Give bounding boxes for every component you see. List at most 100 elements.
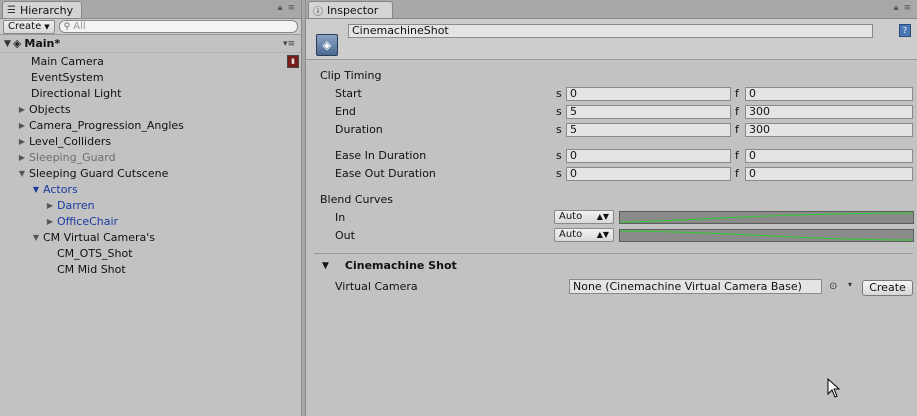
expand-arrow-icon[interactable]: ▶ bbox=[45, 201, 55, 210]
blend-in-label: In bbox=[335, 211, 346, 224]
hierarchy-tab[interactable]: ☰ Hierarchy bbox=[2, 1, 83, 18]
clip-timing-title: Clip Timing bbox=[320, 69, 382, 82]
blend-out-curve-field[interactable] bbox=[619, 229, 914, 242]
tree-item-main-camera[interactable]: Main Camera ▮ bbox=[0, 53, 301, 69]
scene-row[interactable]: ▼ ◈ Main* ▾≡ bbox=[0, 35, 301, 53]
lock-icon[interactable]: 🔒︎ bbox=[894, 3, 899, 13]
blend-in-mode-dropdown[interactable]: Auto ▲▼ bbox=[554, 210, 614, 224]
duration-label: Duration bbox=[335, 123, 383, 136]
tree-item-label: Actors bbox=[43, 182, 78, 196]
end-seconds-field[interactable]: 5 bbox=[566, 105, 731, 119]
expand-arrow-icon[interactable]: ▶ bbox=[17, 121, 27, 130]
tree-item-level-colliders[interactable]: ▶ Level_Colliders bbox=[0, 133, 301, 149]
tree-item-label: CM_OTS_Shot bbox=[57, 246, 133, 260]
tree-item-cm-mid-shot[interactable]: CM Mid Shot bbox=[0, 261, 301, 277]
expand-arrow-icon[interactable]: ▶ bbox=[17, 153, 27, 162]
start-frames-field[interactable]: 0 bbox=[745, 87, 913, 101]
ease-in-frames-field[interactable]: 0 bbox=[745, 149, 913, 163]
hierarchy-tab-bar: ☰ Hierarchy 🔒︎ ≡ bbox=[0, 0, 301, 19]
tree-item-cm-virtual-cameras[interactable]: ▼ CM Virtual Camera's bbox=[0, 229, 301, 245]
frames-unit: f bbox=[735, 167, 739, 180]
virtual-camera-field[interactable]: None (Cinemachine Virtual Camera Base) bbox=[569, 279, 822, 294]
chevron-down-icon[interactable]: ▾ bbox=[848, 280, 852, 289]
object-picker-icon[interactable]: ⊙ bbox=[829, 281, 837, 292]
panel-menu-icon[interactable]: ≡ bbox=[903, 3, 911, 13]
frames-unit: f bbox=[735, 123, 739, 136]
tree-item-officechair[interactable]: ▶ OfficeChair bbox=[0, 213, 301, 229]
chevron-down-icon: ▼ bbox=[44, 22, 50, 31]
tree-item-directional-light[interactable]: Directional Light bbox=[0, 85, 301, 101]
seconds-unit: s bbox=[556, 167, 562, 180]
panel-menu-icon[interactable]: ≡ bbox=[287, 3, 295, 13]
tree-item-sleeping-guard-cutscene[interactable]: ▼ Sleeping Guard Cutscene bbox=[0, 165, 301, 181]
inspector-tab-bar: ⓘ Inspector 🔒︎ ≡ bbox=[306, 0, 917, 19]
tree-item-label: OfficeChair bbox=[57, 214, 119, 228]
frames-unit: f bbox=[735, 149, 739, 162]
start-label: Start bbox=[335, 87, 362, 100]
blend-curves-title: Blend Curves bbox=[320, 193, 394, 206]
mouse-cursor-icon bbox=[827, 378, 841, 398]
tree-item-label: Sleeping_Guard bbox=[29, 150, 116, 164]
scene-menu-icon[interactable]: ▾≡ bbox=[283, 39, 295, 49]
tree-item-sleeping-guard[interactable]: ▶ Sleeping_Guard bbox=[0, 149, 301, 165]
tree-item-eventsystem[interactable]: EventSystem bbox=[0, 69, 301, 85]
expand-arrow-icon[interactable]: ▶ bbox=[17, 105, 27, 114]
duration-seconds-field[interactable]: 5 bbox=[566, 123, 731, 137]
camera-gizmo-icon: ▮ bbox=[287, 55, 299, 68]
ease-out-seconds-field[interactable]: 0 bbox=[566, 167, 731, 181]
blend-in-curve-field[interactable] bbox=[619, 211, 914, 224]
tree-item-label: CM Virtual Camera's bbox=[43, 230, 156, 244]
create-dropdown-button[interactable]: Create ▼ bbox=[3, 19, 55, 34]
ease-out-label: Ease Out Duration bbox=[335, 167, 436, 180]
help-icon[interactable]: ? bbox=[899, 24, 911, 37]
expand-arrow-icon[interactable]: ▶ bbox=[45, 217, 55, 226]
inspector-panel: ⓘ Inspector 🔒︎ ≡ ◈ CinemachineShot ? Cli… bbox=[306, 0, 917, 416]
scene-name: Main* bbox=[24, 37, 61, 50]
seconds-unit: s bbox=[556, 87, 562, 100]
tree-item-objects[interactable]: ▶ Objects bbox=[0, 101, 301, 117]
tree-item-darren[interactable]: ▶ Darren bbox=[0, 197, 301, 213]
tree-item-cm-ots-shot[interactable]: CM_OTS_Shot bbox=[0, 245, 301, 261]
duration-frames-field[interactable]: 300 bbox=[745, 123, 913, 137]
inspector-header: ◈ CinemachineShot ? bbox=[306, 19, 917, 60]
expand-arrow-icon[interactable]: ▼ bbox=[4, 39, 11, 49]
ease-out-frames-field[interactable]: 0 bbox=[745, 167, 913, 181]
ease-in-label: Ease In Duration bbox=[335, 149, 427, 162]
tree-item-actors[interactable]: ▼ Actors bbox=[0, 181, 301, 197]
cinemachine-shot-header[interactable]: ▼ Cinemachine Shot bbox=[322, 259, 457, 272]
tree-item-label: Level_Colliders bbox=[29, 134, 112, 148]
tree-item-label: Directional Light bbox=[31, 86, 122, 100]
end-frames-field[interactable]: 300 bbox=[745, 105, 913, 119]
collapse-arrow-icon[interactable]: ▼ bbox=[17, 169, 27, 178]
seconds-unit: s bbox=[556, 123, 562, 136]
info-icon: ⓘ bbox=[313, 6, 323, 18]
seconds-unit: s bbox=[556, 105, 562, 118]
gameobject-icon: ◈ bbox=[316, 34, 338, 56]
lock-icon[interactable]: 🔒︎ bbox=[278, 3, 283, 13]
ease-in-seconds-field[interactable]: 0 bbox=[566, 149, 731, 163]
frames-unit: f bbox=[735, 87, 739, 100]
search-input[interactable]: ⚲ All bbox=[58, 20, 298, 33]
create-label: Create bbox=[8, 21, 42, 32]
hierarchy-tab-label: Hierarchy bbox=[19, 3, 74, 17]
collapse-arrow-icon[interactable]: ▼ bbox=[322, 261, 329, 271]
hierarchy-panel: ☰ Hierarchy 🔒︎ ≡ Create ▼ ⚲ All ▼ ◈ Main… bbox=[0, 0, 301, 416]
tree-item-label: Main Camera bbox=[31, 54, 104, 68]
expand-arrow-icon[interactable]: ▶ bbox=[17, 137, 27, 146]
collapse-arrow-icon[interactable]: ▼ bbox=[31, 185, 41, 194]
create-virtual-camera-button[interactable]: Create bbox=[862, 280, 913, 296]
blend-in-mode-value: Auto bbox=[559, 211, 583, 222]
tree-item-label: Sleeping Guard Cutscene bbox=[29, 166, 169, 180]
collapse-arrow-icon[interactable]: ▼ bbox=[31, 233, 41, 242]
inspector-tab[interactable]: ⓘ Inspector bbox=[308, 1, 394, 18]
tree-item-camera-progression-angles[interactable]: ▶ Camera_Progression_Angles bbox=[0, 117, 301, 133]
blend-out-curve-graph bbox=[620, 230, 913, 241]
unity-scene-icon: ◈ bbox=[12, 37, 22, 50]
blend-out-mode-value: Auto bbox=[559, 229, 583, 240]
start-seconds-field[interactable]: 0 bbox=[566, 87, 731, 101]
object-name-field[interactable]: CinemachineShot bbox=[348, 24, 873, 38]
seconds-unit: s bbox=[556, 149, 562, 162]
blend-out-mode-dropdown[interactable]: Auto ▲▼ bbox=[554, 228, 614, 242]
frames-unit: f bbox=[735, 105, 739, 118]
search-icon: ⚲ bbox=[63, 21, 71, 32]
